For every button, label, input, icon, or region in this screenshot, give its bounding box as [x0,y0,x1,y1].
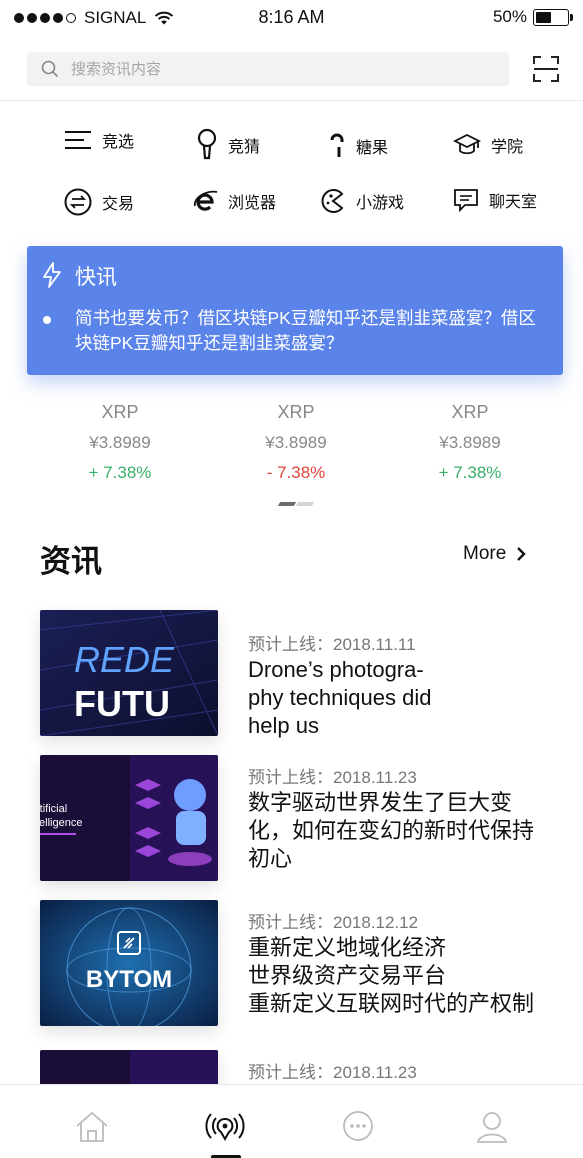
news-item[interactable]: 预计上线：2018.11.23 [40,1050,560,1084]
tab-home[interactable] [72,1107,112,1147]
category-label: 交易 [102,196,135,213]
ticker-price: ¥3.8989 [265,433,327,452]
broadcast-icon [205,1113,245,1142]
news-thumbnail: rtificial telligence [40,755,218,881]
bottom-tab-bar [0,1084,583,1158]
category-label: 糖果 [356,140,389,157]
news-section-title: 资讯 [40,544,102,579]
news-item[interactable]: BYTOM 预计上线：2018.12.12 重新定义地域化经济 世界级资产交易平… [40,900,560,1026]
category-label: 竞选 [102,134,135,151]
thumb-text: REDE [74,639,175,680]
category-browser[interactable]: 浏览器 [192,188,276,214]
status-bar: SIGNAL 8:16 AM 50% [0,0,583,36]
news-date: 预计上线：2018.11.11 [248,635,416,654]
bullet-dot [43,316,51,324]
news-thumbnail: BYTOM [40,900,218,1026]
news-item[interactable]: rtificial telligence 预计上线：2018.11.23 数字驱… [40,755,560,881]
tab-chat[interactable] [338,1107,378,1147]
scan-icon[interactable] [532,55,560,83]
battery-icon [533,8,573,26]
chevron-right-icon [517,547,526,561]
thumb-text: BYTOM [86,966,172,993]
ticker-symbol: XRP [277,402,315,422]
ticker-change: + 7.38% [88,463,152,482]
ticker-symbol: XRP [451,402,489,422]
ticker-item[interactable]: XRP ¥3.8989 + 7.38% [385,402,555,483]
ticker-item[interactable]: XRP ¥3.8989 - 7.38% [211,402,381,483]
battery-percent: 50% [492,7,527,26]
news-date: 预计上线：2018.11.23 [248,768,417,787]
home-icon [76,1111,108,1142]
user-icon [476,1112,508,1143]
thumb-text: rtificial [40,803,67,815]
flash-news-card[interactable]: 快讯 简书也要发币？借区块链PK豆瓣知乎还是割韭菜盛宴？借区块链PK豆瓣知乎还是… [27,246,563,375]
more-link[interactable]: More [463,543,526,565]
news-thumbnail: REDE FUTU [40,610,218,736]
pager-dot-active[interactable] [277,502,297,506]
header-divider [0,100,583,101]
search-bar[interactable] [27,52,509,86]
category-label: 竞猜 [228,139,261,156]
category-chatroom[interactable]: 聊天室 [453,188,537,212]
lightning-icon [43,262,61,288]
ticker-symbol: XRP [101,402,139,422]
menu-lines-icon [65,131,91,149]
exchange-icon [64,188,92,216]
tab-profile[interactable] [472,1107,512,1147]
category-candy[interactable]: 糖果 [328,133,388,159]
thumb-text: telligence [40,817,82,829]
search-input[interactable] [71,60,451,78]
category-guess[interactable]: 竞猜 [196,128,260,162]
news-headline[interactable]: 重新定义地域化经济 世界级资产交易平台 重新定义互联网时代的产权制 [248,934,568,1018]
chat-bubble-icon [454,189,478,212]
ticker-price: ¥3.8989 [89,433,151,452]
category-label: 学院 [491,139,524,156]
ticker-change: + 7.38% [438,463,502,482]
news-headline[interactable]: Drone’s photogra- phy techniques did hel… [248,656,568,740]
bulb-pin-icon [197,128,217,160]
browser-e-icon [194,190,218,211]
pacman-game-icon [321,189,344,213]
category-campaign[interactable]: 竞选 [64,128,134,152]
more-label: More [463,543,507,564]
category-mini-games[interactable]: 小游戏 [320,188,404,214]
flash-news-title: 快讯 [75,266,117,289]
pager-dot[interactable] [295,502,315,506]
graduation-cap-icon [453,133,481,155]
news-item[interactable]: REDE FUTU 预计上线：2018.11.11 Drone’s photog… [40,610,560,738]
category-label: 浏览器 [228,195,277,212]
tab-news[interactable] [205,1107,245,1147]
candy-cane-icon [330,133,344,157]
category-label: 聊天室 [489,194,538,211]
ticker-pager[interactable] [277,502,315,506]
search-icon [41,60,59,78]
chat-icon [343,1111,373,1141]
thumb-text: FUTU [74,683,170,724]
news-thumbnail [40,1050,218,1084]
news-date: 预计上线：2018.11.23 [248,1063,417,1082]
ticker-price: ¥3.8989 [439,433,501,452]
ticker-change: - 7.38% [266,463,326,482]
news-headline[interactable]: 数字驱动世界发生了巨大变化，如何在变幻的新时代保持初心 [248,789,538,873]
category-label: 小游戏 [356,195,405,212]
ticker-item[interactable]: XRP ¥3.8989 + 7.38% [35,402,205,483]
flash-news-text[interactable]: 简书也要发币？借区块链PK豆瓣知乎还是割韭菜盛宴？借区块链PK豆瓣知乎还是割韭菜… [75,306,551,356]
category-trade[interactable]: 交易 [64,188,134,216]
category-academy[interactable]: 学院 [453,133,523,157]
news-date: 预计上线：2018.12.12 [248,913,419,932]
